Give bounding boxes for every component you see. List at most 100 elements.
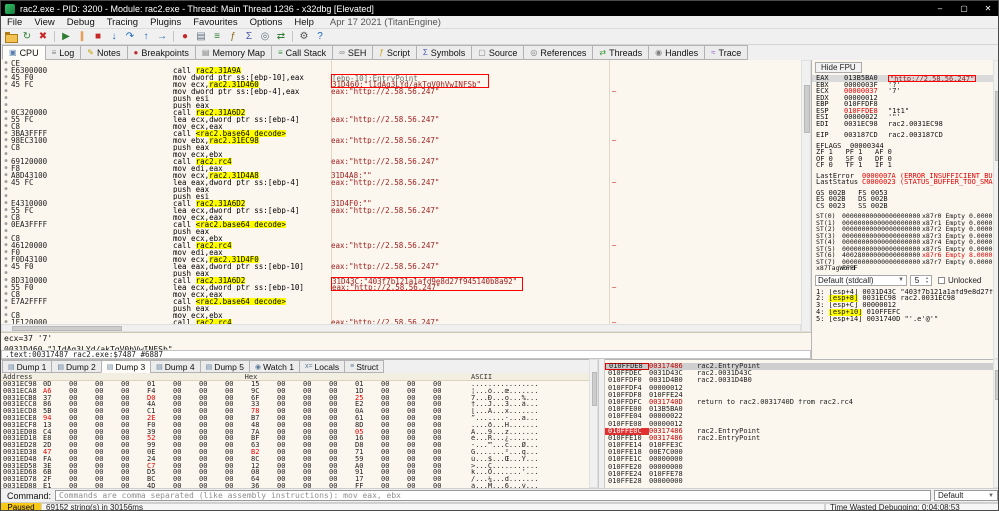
disasm-row[interactable]: ● E7A2FFFF call <rac2.base64_decode> (1, 298, 801, 305)
breakpoint-dot[interactable]: ● (1, 298, 11, 305)
tab-dump-3[interactable]: ▤Dump 3 (101, 360, 151, 373)
tab-seh[interactable]: ∞SEH (332, 45, 373, 60)
dump-row[interactable]: 0031ECF8 13000000F0000000480000008D00000… (1, 422, 589, 429)
tab-notes[interactable]: ✎Notes (80, 45, 127, 60)
dump-row[interactable]: 0031ED68 6B000000D5000000080000009100000… (1, 469, 589, 476)
disasm-row[interactable]: ● 0C320000 call rac2.31A6D2 (1, 109, 801, 116)
menu-item[interactable]: Help (288, 17, 320, 28)
breakpoint-dot[interactable]: ● (1, 95, 11, 102)
restart-icon[interactable]: ↻ (19, 30, 35, 44)
flag-row[interactable]: CF 0 TF 1 IF 1 (812, 162, 993, 169)
lock-checkbox[interactable] (938, 277, 945, 284)
stack-row[interactable]: 010FFDF0 0031D4B0 rac2.0031D4B0 (605, 377, 993, 384)
argument-row[interactable]: 1: [esp+4] 0031D43C "403f7b121a1afd9e8d2… (812, 289, 993, 296)
dump-row[interactable]: 0031ECA8 A6000000F40000009C0000001D00000… (1, 388, 589, 395)
breakpoint-dot[interactable]: ● (1, 214, 11, 221)
dump-row[interactable]: 0031ECE8 940000002E000000B70000006100000… (1, 415, 589, 422)
stack-row[interactable]: 010FFE28 00000000 (605, 478, 993, 485)
stack-row[interactable]: 010FFE08 00000012 (605, 421, 993, 428)
register-row[interactable]: EIP 003187CD rac2.003187CD (812, 132, 993, 139)
disasm-row[interactable]: ● push eax (1, 186, 801, 193)
scroll-thumb[interactable] (804, 85, 810, 133)
disasm-row[interactable]: ● mov ecx,ebx (1, 151, 801, 158)
scroll-thumb[interactable] (12, 326, 122, 331)
breakpoint-dot[interactable]: ● (1, 60, 11, 67)
stack-row[interactable]: 010FFE04 00000022 (605, 413, 993, 420)
command-mode-select[interactable]: Default▼ (934, 490, 998, 501)
argument-row[interactable]: 2: [esp+8] 0031EC98 rac2.0031EC98 (812, 295, 993, 302)
disasm-row[interactable]: ● 45 FC lea eax,dword ptr ss:[ebp-4] eax… (1, 179, 801, 186)
breakpoint-dot[interactable]: ● (1, 74, 11, 81)
pause-icon[interactable]: ∥ (74, 30, 90, 44)
dump-row[interactable]: 0031ED28 2D0000009900000063000000D800000… (1, 442, 589, 449)
scroll-thumb[interactable] (995, 370, 999, 400)
breakpoints-icon[interactable]: ● (177, 30, 193, 44)
fpu-row[interactable]: x87TagWord FFFF (812, 265, 993, 272)
breakpoint-dot[interactable]: ● (1, 109, 11, 116)
breakpoint-dot[interactable]: ● (1, 179, 11, 186)
disasm-row[interactable]: ● 45 F0 lea eax,dword ptr ss:[ebp-10] ea… (1, 263, 801, 270)
breakpoint-dot[interactable]: ● (1, 130, 11, 137)
scroll-thumb[interactable] (995, 91, 999, 161)
dump-row[interactable]: 0031ECD8 5B000000C1000000780000000A00000… (1, 408, 589, 415)
menu-item[interactable]: Tracing (101, 17, 144, 28)
breakpoint-dot[interactable]: ● (1, 284, 11, 291)
disasm-row[interactable]: ● A8D43100 mov ecx,rac2.31D4A8 31D4A8:"" (1, 172, 801, 179)
disasm-row[interactable]: ● push eax (1, 102, 801, 109)
dump-row[interactable]: 0031ED18 E800000052000000BF0000001600000… (1, 435, 589, 442)
argument-depth-spinner[interactable]: 5▴▾ (910, 275, 932, 286)
tab-dump-2[interactable]: ▤Dump 2 (51, 360, 101, 373)
disasm-row[interactable]: ● C8 mov ecx,ebx (1, 235, 801, 242)
breakpoint-dot[interactable]: ● (1, 235, 11, 242)
stack-row[interactable]: 010FFDE8 00317486 rac2.EntryPoint (605, 363, 993, 370)
disasm-row[interactable]: ● 3BA3FFFF call <rac2.base64_decode> (1, 130, 801, 137)
breakpoint-dot[interactable]: ● (1, 291, 11, 298)
stack-row[interactable]: 010FFE10 00317486 rac2.EntryPoint (605, 435, 993, 442)
disasm-vertical-scrollbar[interactable] (801, 60, 811, 332)
tab-trace[interactable]: ≈Trace (704, 45, 748, 60)
argument-row[interactable]: 5: [esp+14] 0031740D "'.e'@'" (812, 316, 993, 323)
breakpoint-dot[interactable]: ● (1, 158, 11, 165)
disasm-row[interactable]: ● F0D43100 mov ecx,rac2.31D4F0 (1, 256, 801, 263)
disasm-row[interactable]: ● push esi (1, 95, 801, 102)
disasm-row[interactable]: ● C8 mov ecx,eax (1, 123, 801, 130)
breakpoint-dot[interactable]: ● (1, 221, 11, 228)
breakpoint-dot[interactable]: ● (1, 270, 11, 277)
disasm-horizontal-scrollbar[interactable] (1, 324, 801, 332)
dump-row[interactable]: 0031EC98 0D00000001000000150000000100000… (1, 381, 589, 388)
call-stack-icon[interactable]: ≡ (209, 30, 225, 44)
breakpoint-dot[interactable]: ● (1, 256, 11, 263)
breakpoint-dot[interactable]: ● (1, 67, 11, 74)
close-button[interactable]: ✕ (976, 1, 999, 16)
stack-row[interactable]: 010FFE24 010FFE78 (605, 471, 993, 478)
disasm-row[interactable]: ● C8 mov ecx,eax (1, 291, 801, 298)
script-icon[interactable]: ƒ (225, 30, 241, 44)
dump-vertical-scrollbar[interactable] (589, 359, 598, 488)
dump-row[interactable]: 0031ED58 3E000000C700000012000000A000000… (1, 463, 589, 470)
disasm-row[interactable]: ● C8 mov ecx,ebx (1, 312, 801, 319)
toolbar-separator[interactable] (292, 31, 293, 42)
registers-pane[interactable]: Hide FPU EAX 013B5BA0 "http://2.58.56.24… (811, 60, 993, 359)
threads-icon[interactable]: ⇄ (273, 30, 289, 44)
disasm-row[interactable]: ● 46120000 call rac2.rc4 eax:"http://2.5… (1, 242, 801, 249)
breakpoint-dot[interactable]: ● (1, 81, 11, 88)
breakpoint-dot[interactable]: ● (1, 312, 11, 319)
disasm-row[interactable]: ● 45 FC mov ecx,rac2.31D460 31D460:"lIdA… (1, 81, 801, 88)
tab-memory-map[interactable]: ▤Memory Map (195, 45, 272, 60)
hide-fpu-button[interactable]: Hide FPU (815, 62, 862, 73)
maximize-button[interactable]: ▢ (952, 1, 976, 16)
breakpoint-dot[interactable]: ● (1, 102, 11, 109)
tab-struct[interactable]: ≡Struct (344, 360, 384, 373)
disasm-row[interactable]: ● 45 F0 mov dword ptr ss:[ebp-10],eax [e… (1, 74, 801, 81)
tab-breakpoints[interactable]: ●Breakpoints (127, 45, 196, 60)
disasm-row[interactable]: ● push esi (1, 193, 801, 200)
disasm-row[interactable]: ● 0EA3FFFF call <rac2.base64_decode> (1, 221, 801, 228)
disasm-row[interactable]: ● E6300000 call rac2.31A9A (1, 67, 801, 74)
disasm-row[interactable]: ● push eax (1, 270, 801, 277)
stack-row[interactable]: 010FFE00 013B5BA0 (605, 406, 993, 413)
disasm-row[interactable]: ● 55 F0 lea ecx,dword ptr ss:[ebp-10] ea… (1, 284, 801, 291)
tab-handles[interactable]: ◉Handles (648, 45, 705, 60)
tab-call-stack[interactable]: ≡Call Stack (271, 45, 333, 60)
symbols-icon[interactable]: Σ (241, 30, 257, 44)
close-debuggee-icon[interactable]: ✖ (35, 30, 51, 44)
